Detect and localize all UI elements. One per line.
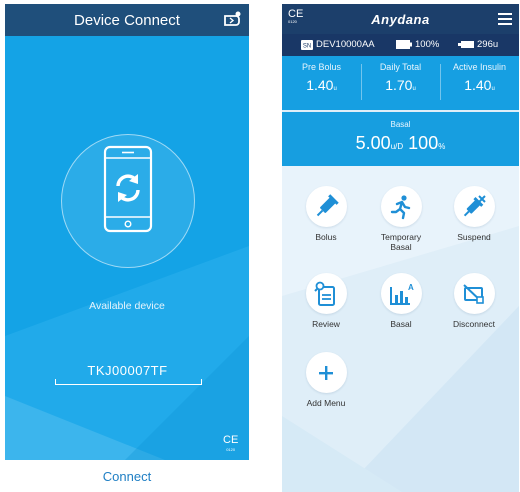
basal-tile-label: Basal: [390, 319, 412, 329]
serial-number-icon: SN: [301, 39, 313, 50]
connect-button[interactable]: Connect: [5, 460, 249, 492]
basal-tile[interactable]: A Basal: [366, 273, 436, 329]
syringe-cancel-icon: [463, 194, 486, 216]
suspend-label: Suspend: [457, 232, 491, 242]
metric-value: 1.40: [306, 77, 334, 93]
basal-values: 5.00u/D 100%: [282, 133, 519, 154]
svg-text:SN: SN: [303, 43, 311, 49]
suspend-tile[interactable]: Suspend: [439, 186, 509, 242]
device-id-status: SN DEV10000AA: [301, 39, 375, 50]
insulin-metrics: Pre Bolus 1.40u Daily Total 1.70u Active…: [282, 56, 519, 110]
app-logo: Anydana: [371, 12, 430, 27]
ce-mark: CE 0120: [223, 435, 238, 454]
device-name: TKJ00007TF: [87, 362, 168, 378]
metric-active-insulin: Active Insulin 1.40u: [440, 56, 519, 110]
battery-status: 100%: [396, 39, 439, 50]
temporary-basal-label-line1: Temporary: [380, 232, 422, 242]
metric-value: 1.70: [385, 77, 413, 93]
metric-unit: u: [491, 86, 495, 92]
syringe-icon: [316, 193, 339, 216]
basal-chart-icon: A: [390, 283, 414, 305]
hamburger-menu-icon[interactable]: [498, 13, 512, 25]
metric-unit: u: [412, 86, 416, 92]
basal-rate-unit: u/D: [390, 142, 404, 151]
review-document-icon: [314, 281, 335, 306]
device-connect-header: Device Connect: [5, 4, 249, 36]
temporary-basal-label-line2: Basal: [390, 242, 412, 252]
add-menu-label: Add Menu: [306, 398, 346, 408]
phone-sync-icon: [103, 145, 153, 233]
reservoir-icon: [458, 41, 474, 48]
add-menu-tile[interactable]: Add Menu: [291, 352, 361, 408]
device-underline: [55, 379, 202, 385]
pump-status-bar: SN DEV10000AA 100% 296u: [282, 34, 519, 56]
basal-rate: 5.00: [355, 133, 391, 153]
reservoir-status: 296u: [458, 39, 498, 50]
page-title: Device Connect: [74, 11, 180, 29]
ce-number: 0120: [226, 447, 236, 452]
metric-label: Daily Total: [379, 62, 422, 72]
available-device-item[interactable]: TKJ00007TF: [55, 359, 200, 381]
basal-percent: 100: [408, 133, 439, 153]
battery-icon: [396, 40, 412, 49]
basal-percent-unit: %: [438, 142, 446, 151]
reservoir-level: 296u: [477, 39, 499, 50]
metric-label: Pre Bolus: [301, 62, 342, 72]
basal-label: Basal: [390, 120, 411, 129]
pump-home-screen: CE 0120 Anydana SN DEV10000AA 100% 296u …: [282, 4, 519, 492]
metric-daily-total: Daily Total 1.70u: [361, 56, 440, 110]
device-id: DEV10000AA: [316, 39, 375, 50]
disconnect-label: Disconnect: [452, 319, 496, 329]
bolus-tile[interactable]: Bolus: [291, 186, 361, 242]
metric-value: 1.40: [464, 77, 492, 93]
metric-pre-bolus: Pre Bolus 1.40u: [282, 56, 361, 110]
review-label: Review: [312, 319, 340, 329]
disconnect-icon: [463, 283, 484, 304]
svg-text:A: A: [408, 283, 414, 292]
battery-level: 100%: [415, 39, 440, 50]
device-connect-screen: Device Connect Available device TKJ00007…: [5, 4, 249, 492]
bluetooth-device-icon[interactable]: [222, 10, 242, 30]
plus-icon: [319, 365, 333, 380]
app-header: CE 0120 Anydana: [282, 4, 519, 34]
available-device-label: Available device: [89, 300, 165, 312]
basal-summary: Basal 5.00u/D 100%: [282, 112, 519, 166]
metric-unit: u: [333, 86, 337, 92]
review-tile[interactable]: Review: [291, 273, 361, 329]
metric-label: Active Insulin: [452, 62, 507, 72]
bolus-label: Bolus: [315, 232, 337, 242]
disconnect-tile[interactable]: Disconnect: [439, 273, 509, 329]
temporary-basal-tile[interactable]: Temporary Basal: [366, 186, 436, 252]
running-person-icon: [390, 194, 411, 219]
